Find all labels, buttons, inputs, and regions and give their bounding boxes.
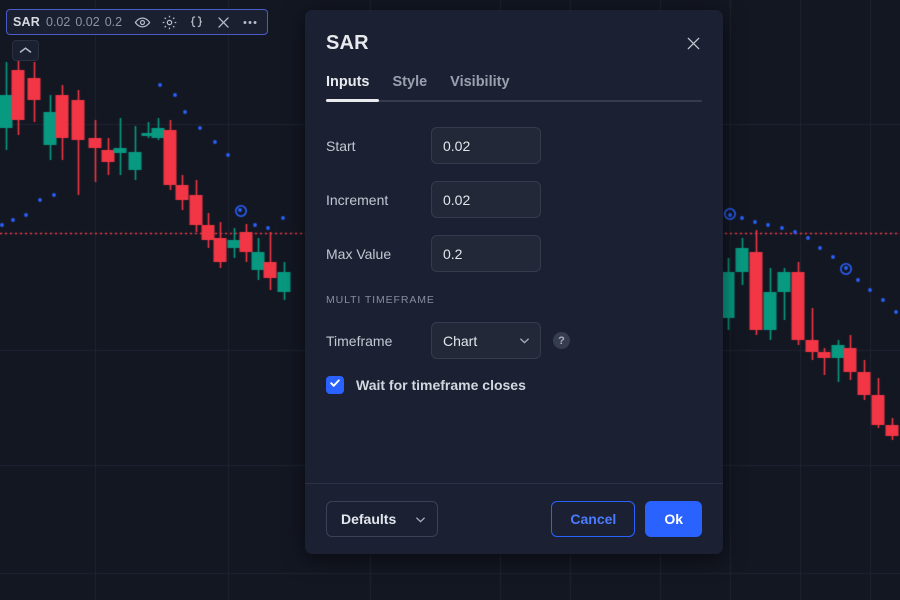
wait-for-close-checkbox[interactable]: [326, 376, 344, 394]
chevron-down-icon: [414, 513, 427, 526]
timeframe-selected-value: Chart: [443, 332, 478, 349]
tab-style[interactable]: Style: [393, 74, 428, 102]
indicator-settings-dialog: SAR Inputs Style Visibility Start 0.02 I…: [305, 10, 723, 554]
cancel-button[interactable]: Cancel: [551, 501, 636, 537]
dialog-close-button[interactable]: [680, 33, 706, 59]
defaults-label: Defaults: [341, 511, 397, 527]
legend-value-max: 0.2: [104, 15, 123, 29]
dialog-footer: Defaults Cancel Ok: [305, 483, 723, 554]
legend-value-start: 0.02: [46, 15, 71, 29]
section-heading-multi-timeframe: MULTI TIMEFRAME: [326, 294, 435, 306]
dialog-title: SAR: [326, 32, 369, 54]
chart-collapse-button[interactable]: [12, 40, 39, 61]
chevron-up-icon: [19, 42, 32, 60]
legend-value-increment: 0.02: [75, 15, 100, 29]
chevron-down-icon: [518, 334, 531, 347]
question-mark-icon[interactable]: ?: [553, 332, 570, 349]
checkmark-icon: [329, 376, 341, 394]
dialog-body: Start 0.02 Increment 0.02 Max Value 0.2 …: [305, 102, 723, 483]
close-icon: [684, 34, 703, 58]
tab-inputs[interactable]: Inputs: [326, 74, 370, 102]
label-max-value: Max Value: [326, 245, 392, 262]
increment-input[interactable]: 0.02: [431, 181, 541, 218]
label-timeframe: Timeframe: [326, 332, 393, 349]
ok-button[interactable]: Ok: [645, 501, 702, 537]
curly-braces-icon[interactable]: [187, 13, 205, 31]
legend-indicator-name: SAR: [13, 15, 40, 29]
start-input[interactable]: 0.02: [431, 127, 541, 164]
footer-actions: Cancel Ok: [551, 501, 702, 537]
max-value-input[interactable]: 0.2: [431, 235, 541, 272]
dialog-header: SAR: [305, 10, 723, 55]
wait-for-close-label: Wait for timeframe closes: [356, 377, 526, 393]
input-row-start: Start 0.02: [326, 127, 702, 164]
timeframe-row: Timeframe Chart ?: [326, 322, 702, 359]
label-increment: Increment: [326, 191, 389, 208]
app-root: SAR 0.02 0.02 0.2 SAR Inputs Style Visib…: [0, 0, 900, 600]
legend-icon-group: [133, 13, 259, 31]
tab-visibility[interactable]: Visibility: [450, 74, 509, 102]
label-start: Start: [326, 137, 356, 154]
help-glyph: ?: [558, 334, 565, 347]
indicator-legend[interactable]: SAR 0.02 0.02 0.2: [6, 9, 269, 35]
gear-icon[interactable]: [160, 13, 178, 31]
active-tab-indicator: [326, 99, 379, 102]
close-icon[interactable]: [214, 13, 232, 31]
input-row-increment: Increment 0.02: [326, 181, 702, 218]
more-dots-icon[interactable]: [241, 13, 259, 31]
tab-track: [326, 100, 702, 102]
input-row-max-value: Max Value 0.2: [326, 235, 702, 272]
eye-icon[interactable]: [133, 13, 151, 31]
dialog-tab-bar: Inputs Style Visibility: [305, 74, 723, 102]
wait-for-close-row[interactable]: Wait for timeframe closes: [326, 376, 702, 394]
defaults-button[interactable]: Defaults: [326, 501, 438, 537]
timeframe-select[interactable]: Chart: [431, 322, 541, 359]
